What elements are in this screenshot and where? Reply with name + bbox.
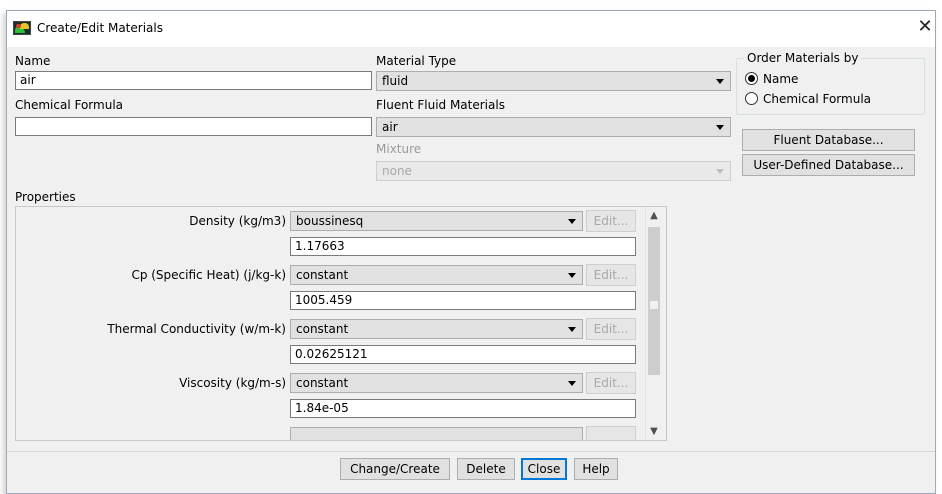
window-title: Create/Edit Materials <box>37 21 163 35</box>
thermal-conductivity-method-value: constant <box>296 322 349 336</box>
mixture-value: none <box>382 164 412 178</box>
chevron-down-icon <box>568 219 576 224</box>
radio-selected-icon <box>745 72 758 85</box>
viscosity-method-value: constant <box>296 376 349 390</box>
density-label: Density (kg/m3) <box>189 214 286 228</box>
chemical-formula-label: Chemical Formula <box>15 98 124 112</box>
scroll-down-icon[interactable]: ▼ <box>646 423 662 440</box>
change-create-button[interactable]: Change/Create <box>340 458 450 480</box>
title-bar: Create/Edit Materials ✕ <box>7 11 935 47</box>
mixture-label: Mixture <box>376 142 422 156</box>
cp-method-dropdown[interactable]: constant <box>290 265 583 285</box>
properties-scrollbar[interactable]: ▲ ▼ <box>645 207 662 440</box>
next-edit-button-partial <box>586 426 636 440</box>
next-method-dropdown-partial[interactable] <box>290 427 583 440</box>
order-by-formula-label: Chemical Formula <box>763 92 872 106</box>
mixture-dropdown: none <box>376 161 731 181</box>
thermal-conductivity-label: Thermal Conductivity (w/m-k) <box>107 322 286 336</box>
material-type-dropdown[interactable]: fluid <box>376 71 731 91</box>
thermal-conductivity-edit-button: Edit... <box>586 318 636 340</box>
chevron-down-icon <box>568 273 576 278</box>
material-type-value: fluid <box>382 74 409 88</box>
cp-edit-button: Edit... <box>586 264 636 286</box>
footer-separator <box>7 451 935 452</box>
scroll-up-icon[interactable]: ▲ <box>646 207 662 224</box>
user-defined-database-button[interactable]: User-Defined Database... <box>742 154 915 176</box>
scrollbar-grip <box>650 301 658 309</box>
order-by-name-label: Name <box>763 72 799 86</box>
order-materials-title: Order Materials by <box>744 51 862 65</box>
fluent-fluid-materials-value: air <box>382 120 398 134</box>
chevron-down-icon <box>568 381 576 386</box>
fluent-app-icon <box>13 21 31 35</box>
fluent-fluid-materials-dropdown[interactable]: air <box>376 117 731 137</box>
density-method-value: boussinesq <box>296 214 364 228</box>
cp-method-value: constant <box>296 268 349 282</box>
delete-button[interactable]: Delete <box>457 458 515 480</box>
properties-label: Properties <box>15 190 76 204</box>
name-input[interactable]: air <box>15 71 372 90</box>
cp-label: Cp (Specific Heat) (j/kg-k) <box>131 268 286 282</box>
density-edit-button: Edit... <box>586 210 636 232</box>
chevron-down-icon <box>716 79 724 84</box>
viscosity-method-dropdown[interactable]: constant <box>290 373 583 393</box>
thermal-conductivity-method-dropdown[interactable]: constant <box>290 319 583 339</box>
create-edit-materials-dialog: Create/Edit Materials ✕ Name air Chemica… <box>6 10 936 494</box>
density-value-input[interactable]: 1.17663 <box>290 237 636 256</box>
chevron-down-icon <box>716 169 724 174</box>
order-by-formula-radio[interactable]: Chemical Formula <box>745 92 871 106</box>
fluent-fluid-materials-label: Fluent Fluid Materials <box>376 98 505 112</box>
material-type-label: Material Type <box>376 54 457 68</box>
close-icon[interactable]: ✕ <box>915 15 935 39</box>
close-button[interactable]: Close <box>521 458 567 480</box>
viscosity-edit-button: Edit... <box>586 372 636 394</box>
density-method-dropdown[interactable]: boussinesq <box>290 211 583 231</box>
thermal-conductivity-value-input[interactable]: 0.02625121 <box>290 345 636 364</box>
fluent-database-button[interactable]: Fluent Database... <box>742 129 915 151</box>
viscosity-value-input[interactable]: 1.84e-05 <box>290 399 636 418</box>
help-button[interactable]: Help <box>574 458 618 480</box>
chemical-formula-input[interactable] <box>15 117 372 136</box>
cp-value-input[interactable]: 1005.459 <box>290 291 636 310</box>
viscosity-label: Viscosity (kg/m-s) <box>179 376 286 390</box>
order-by-name-radio[interactable]: Name <box>745 72 798 86</box>
chevron-down-icon <box>716 125 724 130</box>
order-materials-group <box>736 58 925 115</box>
name-label: Name <box>15 54 51 68</box>
properties-panel: Density (kg/m3) boussinesq Edit... 1.176… <box>15 206 667 441</box>
radio-unselected-icon <box>745 92 758 105</box>
chevron-down-icon <box>568 327 576 332</box>
